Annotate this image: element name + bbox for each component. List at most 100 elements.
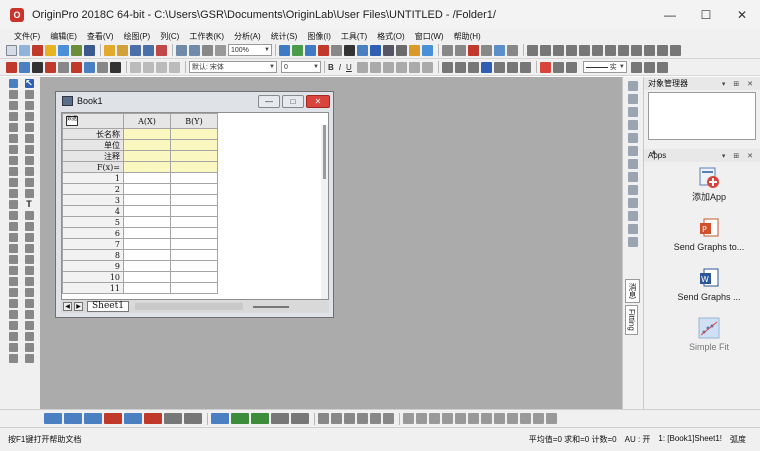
cell[interactable] [123, 260, 171, 272]
pattern-icon[interactable] [552, 61, 564, 73]
surface-plot-icon[interactable] [231, 413, 249, 424]
line-style-combo[interactable]: 实 ▼ [582, 61, 627, 73]
menu-tools[interactable]: 工具(T) [341, 31, 367, 42]
side-tab-messages[interactable]: 消息 [625, 279, 640, 303]
cell[interactable] [170, 150, 218, 162]
label-row-formula[interactable]: F(x)= [62, 161, 124, 173]
vertical-scrollbar[interactable] [321, 125, 328, 299]
object-tool-icon-2[interactable] [628, 94, 638, 104]
plot-area-icon[interactable] [507, 44, 518, 56]
cell[interactable] [123, 161, 171, 173]
maximize-button[interactable]: ☐ [688, 0, 724, 30]
object-tool-icon-11[interactable] [628, 211, 638, 221]
line-tool-icon[interactable] [24, 233, 34, 242]
zoom-tool-icon[interactable] [24, 90, 34, 99]
layer-icon[interactable] [670, 44, 681, 56]
app-send-graphs-word[interactable]: W Send Graphs ... [664, 267, 754, 303]
cell[interactable] [123, 183, 171, 195]
smooth-icon[interactable] [8, 310, 18, 319]
cell[interactable] [123, 238, 171, 250]
object-tool-icon-3[interactable] [628, 107, 638, 117]
fill-pattern-icon[interactable] [506, 61, 518, 73]
menu-column[interactable]: 列(C) [160, 31, 179, 42]
add-column-icon[interactable] [442, 44, 453, 56]
save-template-icon[interactable] [143, 44, 154, 56]
swap-icon[interactable] [644, 44, 655, 56]
worksheet-grid[interactable]: 数据 A(X) B(Y) 长名称 单位 注释 F(x)= 1 2 3 4 5 6… [61, 112, 329, 300]
plot-column-icon[interactable] [494, 44, 505, 56]
label-row-units[interactable]: 单位 [62, 139, 124, 151]
hand-tool-icon[interactable] [24, 310, 34, 319]
polygon-tool-icon[interactable] [24, 277, 34, 286]
polar-plot-icon[interactable] [164, 413, 182, 424]
cell[interactable] [170, 183, 218, 195]
format-icon-5[interactable] [58, 61, 69, 73]
new-workbook-icon[interactable] [19, 44, 30, 56]
text-tool-icon[interactable]: T [25, 200, 34, 209]
cell[interactable] [123, 205, 171, 217]
bold-button[interactable]: B [328, 63, 334, 72]
curved-arrow-icon[interactable] [24, 222, 34, 231]
menu-image[interactable]: 图像(I) [307, 31, 331, 42]
menu-edit[interactable]: 编辑(E) [50, 31, 77, 42]
menu-worksheet[interactable]: 工作表(K) [189, 31, 224, 42]
layout-tool-icon-5[interactable] [370, 413, 381, 424]
row-header[interactable]: 10 [62, 271, 124, 283]
row-header[interactable]: 2 [62, 183, 124, 195]
panel-pin-icon[interactable]: ▾ ⊞ ✕ [722, 152, 756, 160]
object-tool-icon-9[interactable] [628, 185, 638, 195]
object-tool-icon-10[interactable] [628, 198, 638, 208]
select-all-corner[interactable]: 数据 [62, 113, 124, 129]
fit-icon[interactable] [8, 299, 18, 308]
data-display-icon[interactable] [383, 44, 394, 56]
arrow-head-icon[interactable] [630, 61, 642, 73]
layout-tool-icon-1[interactable] [318, 413, 329, 424]
cut-icon[interactable] [130, 61, 141, 73]
app-simple-fit[interactable]: Simple Fit [664, 317, 754, 353]
horizontal-scroll-thumb[interactable] [252, 305, 289, 308]
cell[interactable] [123, 271, 171, 283]
row-header[interactable]: 8 [62, 249, 124, 261]
new-project-icon[interactable] [6, 44, 17, 56]
cell[interactable] [170, 227, 218, 239]
border-icon[interactable] [493, 61, 505, 73]
panel-pin-icon[interactable]: ▾ ⊞ ✕ [722, 80, 756, 88]
object-align-icon-5[interactable] [455, 413, 466, 424]
layout-tool-icon-6[interactable] [383, 413, 394, 424]
font-color-icon[interactable] [480, 61, 492, 73]
insert-image-icon[interactable] [24, 354, 34, 363]
workbook-close-button[interactable]: ✕ [306, 95, 330, 108]
line-width-icon[interactable] [565, 61, 577, 73]
object-tool-icon-8[interactable] [628, 172, 638, 182]
zoom-combo[interactable]: 100% ▼ [228, 44, 272, 56]
italic-button[interactable]: I [339, 63, 341, 72]
menu-view[interactable]: 查看(V) [87, 31, 114, 42]
image-plot-icon[interactable] [271, 413, 289, 424]
label-row-long-name[interactable]: 长名称 [62, 128, 124, 140]
scroll-tool-icon[interactable] [24, 321, 34, 330]
label-row-comments[interactable]: 注释 [62, 150, 124, 162]
new-matrix-icon[interactable] [45, 44, 56, 56]
insert-table-icon[interactable] [24, 343, 34, 352]
status-auto-update[interactable]: AU : 开 [625, 434, 651, 445]
row-header[interactable]: 4 [62, 205, 124, 217]
insert-graph-icon[interactable] [24, 332, 34, 341]
plot-scatter-icon[interactable] [481, 44, 492, 56]
add-layer-icon[interactable] [455, 44, 466, 56]
stack-icon[interactable] [8, 200, 18, 209]
ternary-plot-icon[interactable] [291, 413, 309, 424]
freehand-icon[interactable] [24, 299, 34, 308]
mask-tool-icon[interactable] [24, 178, 34, 187]
sheet-tab-scroll-area[interactable] [134, 303, 243, 310]
3d-plot-icon[interactable] [211, 413, 229, 424]
date-time-icon[interactable] [592, 44, 603, 56]
row-header[interactable]: 5 [62, 216, 124, 228]
menu-format[interactable]: 格式(O) [377, 31, 405, 42]
font-size-combo[interactable]: 0 ▼ [281, 61, 321, 73]
align-right-icon[interactable] [467, 61, 479, 73]
print-icon[interactable] [202, 44, 213, 56]
peak-icon[interactable] [8, 332, 18, 341]
menu-analysis[interactable]: 分析(A) [234, 31, 261, 42]
message-log-icon[interactable] [396, 44, 407, 56]
region-draw-icon[interactable] [24, 288, 34, 297]
